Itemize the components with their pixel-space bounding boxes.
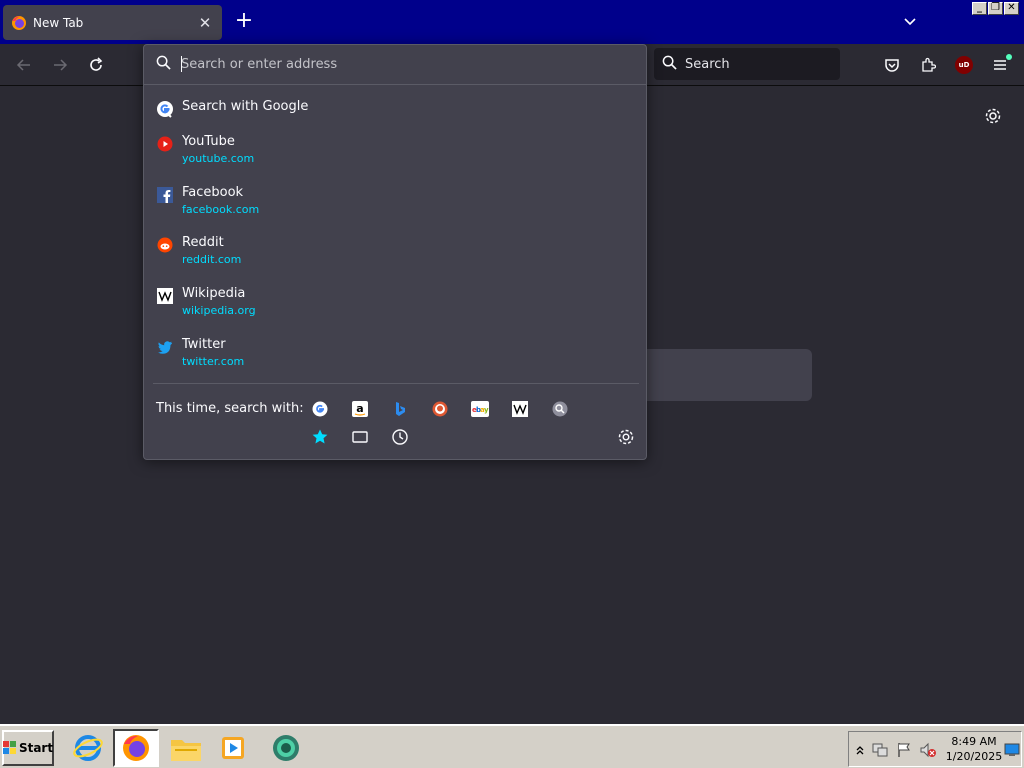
network-icon[interactable] bbox=[871, 741, 889, 759]
app-menu-hamburger-icon[interactable] bbox=[988, 53, 1012, 77]
restore-button[interactable]: ❐ bbox=[988, 2, 1003, 15]
show-desktop-icon[interactable] bbox=[1003, 741, 1021, 759]
ublock-origin-icon[interactable]: uD bbox=[952, 53, 976, 77]
firefox-icon bbox=[11, 15, 27, 31]
wikipedia-icon bbox=[156, 287, 174, 305]
twitter-icon bbox=[156, 338, 174, 356]
ublock-badge: uD bbox=[955, 56, 973, 74]
divider bbox=[153, 383, 639, 384]
customize-new-tab-gear-icon[interactable] bbox=[981, 104, 1005, 128]
clock[interactable]: 8:49 AM 1/20/2025 bbox=[944, 734, 1004, 764]
wikipedia-icon[interactable] bbox=[510, 399, 530, 419]
action-center-flag-icon[interactable] bbox=[895, 741, 913, 759]
text-caret bbox=[181, 56, 182, 72]
result-search-with-google[interactable]: Search with Google bbox=[144, 99, 646, 118]
clock-date: 1/20/2025 bbox=[945, 750, 1003, 763]
tabs-icon[interactable] bbox=[350, 427, 370, 447]
back-icon[interactable] bbox=[12, 53, 36, 77]
urlbar-dropdown: Search with Google YouTube youtube.com F… bbox=[143, 44, 647, 460]
reload-icon[interactable] bbox=[84, 53, 108, 77]
result-url: youtube.com bbox=[182, 152, 255, 165]
search-icon bbox=[156, 55, 171, 74]
minimize-button[interactable]: _ bbox=[972, 2, 987, 15]
result-title: YouTube bbox=[182, 134, 235, 149]
search-settings-gear-icon[interactable] bbox=[616, 427, 636, 447]
urlbar[interactable] bbox=[144, 45, 646, 85]
newtab-search-bar[interactable] bbox=[640, 349, 812, 401]
forward-icon[interactable] bbox=[48, 53, 72, 77]
firefox-taskbar-icon[interactable] bbox=[113, 729, 159, 767]
result-url: facebook.com bbox=[182, 203, 260, 216]
tab-title: New Tab bbox=[33, 15, 84, 30]
result-url: wikipedia.org bbox=[182, 304, 256, 317]
history-icon[interactable] bbox=[390, 427, 410, 447]
result-title: Facebook bbox=[182, 185, 244, 200]
result-title: Twitter bbox=[182, 337, 226, 352]
close-window-button[interactable]: ✕ bbox=[1004, 2, 1019, 15]
bookmarks-star-icon[interactable] bbox=[310, 427, 330, 447]
show-hidden-icons-chevron-icon[interactable] bbox=[851, 741, 869, 759]
clock-time: 8:49 AM bbox=[951, 735, 997, 748]
tab-new-tab[interactable]: New Tab ✕ bbox=[3, 5, 222, 40]
messenger-icon[interactable] bbox=[263, 729, 309, 767]
reddit-icon bbox=[156, 236, 174, 254]
youtube-icon bbox=[156, 135, 174, 153]
facebook-icon bbox=[156, 186, 174, 204]
result-url: twitter.com bbox=[182, 355, 245, 368]
list-all-tabs-chevron-icon[interactable] bbox=[898, 10, 922, 34]
search-icon bbox=[662, 55, 677, 74]
windows-logo-icon bbox=[2, 741, 17, 755]
title-bar: New Tab ✕ + _ ❐ ✕ bbox=[0, 0, 1024, 44]
result-wikipedia[interactable]: Wikipedia wikipedia.org bbox=[144, 286, 646, 317]
duckduckgo-icon[interactable] bbox=[430, 399, 450, 419]
search-engine-icon[interactable] bbox=[550, 399, 570, 419]
pocket-icon[interactable] bbox=[880, 53, 904, 77]
update-dot bbox=[1006, 54, 1012, 60]
bing-icon[interactable] bbox=[390, 399, 410, 419]
result-facebook[interactable]: Facebook facebook.com bbox=[144, 185, 646, 216]
google-icon bbox=[156, 100, 174, 118]
start-label: Start bbox=[18, 741, 54, 755]
google-icon[interactable] bbox=[310, 399, 330, 419]
svg-text:y: y bbox=[484, 406, 489, 414]
system-tray: 8:49 AM 1/20/2025 bbox=[848, 731, 1022, 767]
extensions-icon[interactable] bbox=[916, 53, 940, 77]
file-explorer-icon[interactable] bbox=[163, 729, 209, 767]
result-title: Search with Google bbox=[182, 99, 309, 114]
one-off-search-label: This time, search with: bbox=[156, 401, 304, 416]
result-title: Wikipedia bbox=[182, 286, 246, 301]
url-input[interactable] bbox=[181, 53, 621, 76]
tab-close-icon[interactable]: ✕ bbox=[196, 14, 214, 32]
result-twitter[interactable]: Twitter twitter.com bbox=[144, 337, 646, 368]
internet-explorer-icon[interactable] bbox=[65, 729, 111, 767]
svg-text:a: a bbox=[356, 402, 363, 415]
start-button[interactable]: Start bbox=[2, 730, 54, 766]
result-title: Reddit bbox=[182, 235, 224, 250]
toolbar-search-box[interactable]: Search bbox=[654, 48, 840, 80]
new-tab-button[interactable]: + bbox=[232, 10, 256, 34]
result-url: reddit.com bbox=[182, 253, 242, 266]
result-youtube[interactable]: YouTube youtube.com bbox=[144, 134, 646, 165]
result-reddit[interactable]: Reddit reddit.com bbox=[144, 235, 646, 266]
ebay-icon[interactable]: ebay bbox=[470, 399, 490, 419]
amazon-icon[interactable]: a bbox=[350, 399, 370, 419]
volume-muted-icon[interactable] bbox=[919, 741, 937, 759]
toolbar-search-label: Search bbox=[685, 56, 730, 72]
media-player-icon[interactable] bbox=[211, 729, 257, 767]
taskbar: Start 8:49 AM 1/20/2025 bbox=[0, 724, 1024, 768]
